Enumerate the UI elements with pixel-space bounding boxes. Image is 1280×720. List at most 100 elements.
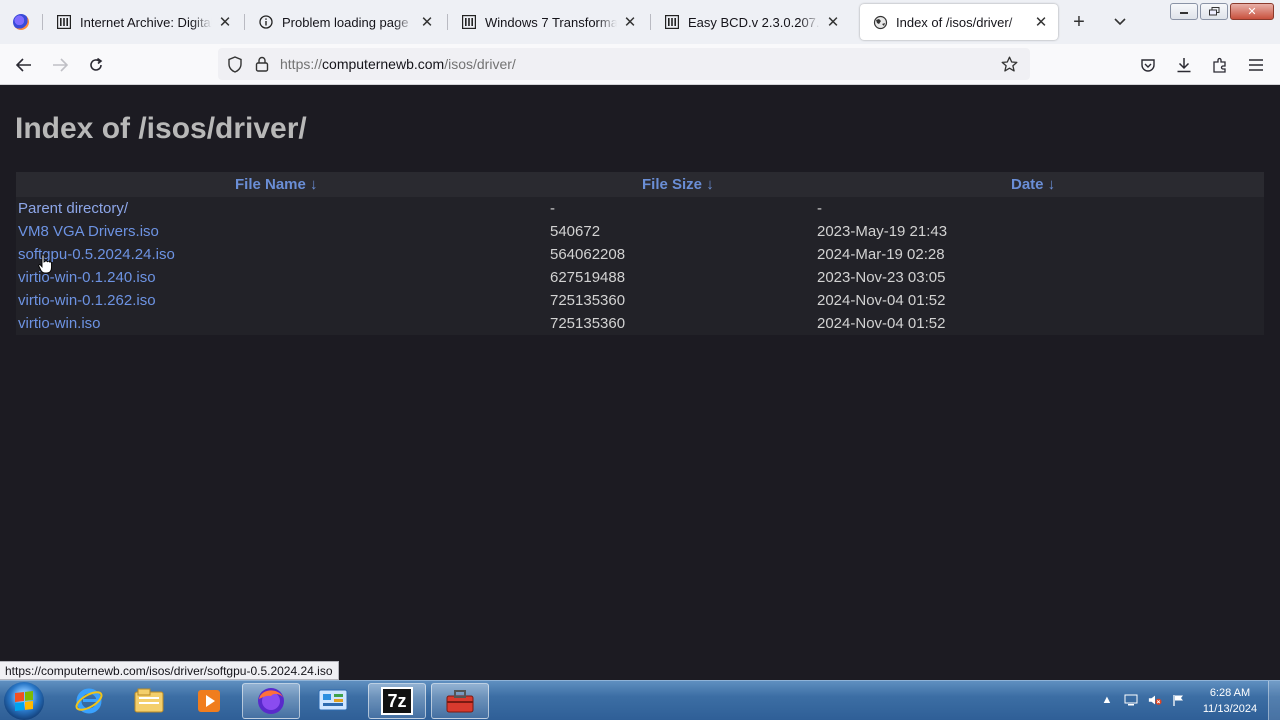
tab-windows-7-transformation[interactable]: Windows 7 Transformation ✕ [449,4,647,40]
info-icon [258,14,274,30]
archive-icon [664,14,680,30]
taskbar-internet-explorer[interactable] [60,683,118,719]
column-header-file-size[interactable]: File Size ↓ [642,176,714,193]
tab-internet-archive[interactable]: Internet Archive: Digital Lib ✕ [44,4,242,40]
url-text[interactable]: https://computernewb.com/isos/driver/ [280,56,516,72]
taskbar-7zip[interactable]: 7z [368,683,426,719]
globe-icon [872,14,888,30]
file-listing-table: File Name ↓ File Size ↓ Date ↓ Parent di… [16,172,1264,335]
file-size: - [550,200,555,217]
tab-title: Internet Archive: Digital Lib [80,14,212,30]
taskbar-toolbox[interactable] [431,683,489,719]
taskbar-control-panel[interactable] [304,683,362,719]
list-all-tabs-button[interactable] [1106,8,1134,36]
extensions-button[interactable] [1205,50,1235,80]
forward-button[interactable] [45,50,75,80]
close-icon[interactable]: ✕ [1032,13,1050,31]
back-button[interactable] [9,50,39,80]
page-title: Index of /isos/driver/ [15,112,307,145]
tab-index-isos-driver[interactable]: Index of /isos/driver/ ✕ [860,4,1058,40]
file-date: 2024-Nov-04 01:52 [817,292,946,309]
downloads-button[interactable] [1169,50,1199,80]
file-size: 725135360 [550,292,626,309]
chevron-down-icon [1113,14,1127,30]
system-clock[interactable]: 6:28 AM 11/13/2024 [1195,685,1265,717]
taskbar-firefox[interactable] [242,683,300,719]
close-icon[interactable]: ✕ [418,13,436,31]
network-icon[interactable] [1124,693,1138,707]
volume-muted-icon[interactable] [1148,693,1162,707]
firefox-icon [258,688,284,714]
file-size: 725135360 [550,315,626,332]
table-row: VM8 VGA Drivers.iso 540672 2023-May-19 2… [16,220,1264,243]
restore-button[interactable] [1200,3,1228,20]
new-tab-button[interactable]: + [1065,8,1093,36]
file-size: 564062208 [550,246,626,263]
file-date: 2024-Mar-19 02:28 [817,246,945,263]
taskbar-media-player[interactable] [180,683,238,719]
taskbar-file-explorer[interactable] [120,683,178,719]
file-size: 540672 [550,223,601,240]
close-icon[interactable]: ✕ [216,13,234,31]
windows-logo-icon [15,691,33,711]
url-path: /isos/driver/ [444,56,516,72]
plus-icon: + [1073,10,1085,33]
lock-icon[interactable] [253,55,271,73]
minimize-button[interactable] [1170,3,1198,20]
tab-easy-bcd[interactable]: Easy BCD.v 2.3.0.207. Porta ✕ [652,4,850,40]
restore-icon [1208,7,1219,16]
file-size: 627519488 [550,269,626,286]
column-header-file-name[interactable]: File Name ↓ [235,176,318,193]
file-date: - [817,200,822,217]
file-link[interactable]: virtio-win-0.1.262.iso [18,292,156,309]
page-content: Index of /isos/driver/ File Name ↓ File … [0,86,1280,680]
tab-problem-loading[interactable]: Problem loading page ✕ [246,4,444,40]
tab-title: Easy BCD.v 2.3.0.207. Porta [688,14,820,30]
7zip-icon: 7z [381,687,413,715]
back-arrow-icon [16,58,31,72]
windows-taskbar: 7z ▲ 6:28 AM 11/13/2024 [0,680,1280,720]
table-row: Parent directory/ - - [16,197,1264,220]
file-link[interactable]: virtio-win.iso [18,315,101,332]
tab-separator [650,14,651,30]
link-status-bar: https://computernewb.com/isos/driver/sof… [0,661,339,680]
show-hidden-icons-button[interactable]: ▲ [1100,693,1114,707]
start-button[interactable] [4,682,44,720]
close-icon[interactable]: ✕ [621,13,639,31]
file-link[interactable]: VM8 VGA Drivers.iso [18,223,159,240]
parent-directory-link[interactable]: Parent directory/ [18,200,128,217]
archive-icon [56,14,72,30]
column-header-date[interactable]: Date ↓ [1011,176,1055,193]
reload-button[interactable] [81,50,111,80]
url-bar[interactable]: https://computernewb.com/isos/driver/ [218,48,1030,80]
window-close-button[interactable]: ✕ [1230,3,1274,20]
archive-icon [461,14,477,30]
file-date: 2024-Nov-04 01:52 [817,315,946,332]
tracking-protection-icon[interactable] [226,55,244,73]
firefox-view-button[interactable] [0,0,42,44]
hamburger-menu-icon [1249,59,1263,71]
url-host: computernewb.com [322,56,445,72]
action-center-flag-icon[interactable] [1172,693,1186,707]
tab-title: Problem loading page [282,14,409,30]
url-scheme: https:// [280,56,323,72]
table-row: virtio-win-0.1.240.iso 627519488 2023-No… [16,266,1264,289]
pocket-button[interactable] [1133,50,1163,80]
tab-title: Index of /isos/driver/ [896,14,1013,30]
tab-strip: Internet Archive: Digital Lib ✕ Problem … [0,0,1280,44]
close-icon[interactable]: ✕ [824,13,842,31]
hand-cursor-icon [38,254,52,274]
tab-separator [42,14,43,30]
tab-title: Windows 7 Transformation [485,14,617,30]
table-row: virtio-win-0.1.262.iso 725135360 2024-No… [16,289,1264,312]
file-date: 2023-May-19 21:43 [817,223,948,240]
show-desktop-button[interactable] [1268,681,1280,720]
clock-time: 6:28 AM [1209,687,1251,699]
file-date: 2023-Nov-23 03:05 [817,269,946,286]
bookmark-star-icon[interactable] [1000,55,1018,73]
file-explorer-icon [134,688,164,713]
table-header: File Name ↓ File Size ↓ Date ↓ [16,172,1264,197]
download-icon [1177,58,1191,73]
toolbox-icon [446,690,474,713]
app-menu-button[interactable] [1241,50,1271,80]
